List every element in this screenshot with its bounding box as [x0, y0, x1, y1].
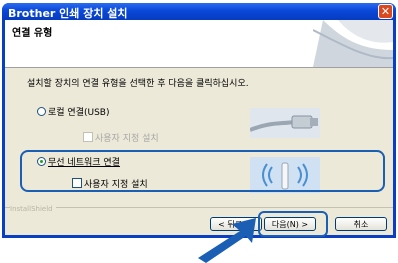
usb-radio[interactable]	[37, 107, 46, 116]
dialog-body: 연결 유형 설치할 장치의 연결 유형을 선택한 후 다음을 클릭하십시오. 로…	[5, 20, 393, 235]
usb-custom-install-checkbox[interactable]	[83, 132, 93, 142]
usb-option-label[interactable]: 로컬 연결(USB)	[48, 105, 109, 118]
next-button-highlight	[258, 211, 328, 237]
cancel-button[interactable]: 취소	[335, 217, 387, 231]
close-button[interactable]: ✕	[378, 4, 393, 19]
pointer-arrow-icon	[198, 218, 256, 263]
footer-separator	[5, 207, 393, 208]
window-title: Brother 인쇄 장치 설치	[8, 7, 128, 20]
header-banner-graphic	[313, 20, 393, 67]
usb-cable-image	[250, 108, 320, 138]
close-icon: ✕	[380, 5, 391, 18]
wireless-option-highlight	[20, 150, 385, 192]
installshield-brand: InstallShield	[10, 205, 56, 213]
usb-custom-install-label: 사용자 지정 설치	[95, 134, 159, 144]
title-bar[interactable]: Brother 인쇄 장치 설치 ✕	[2, 3, 396, 20]
installer-window: Brother 인쇄 장치 설치 ✕ 연결 유형 설치할 장치의 연결 유형을 …	[2, 3, 396, 238]
instruction-text: 설치할 장치의 연결 유형을 선택한 후 다음을 클릭하십시오.	[27, 79, 249, 89]
dialog-header: 연결 유형	[5, 20, 393, 68]
page-title: 연결 유형	[12, 28, 53, 39]
